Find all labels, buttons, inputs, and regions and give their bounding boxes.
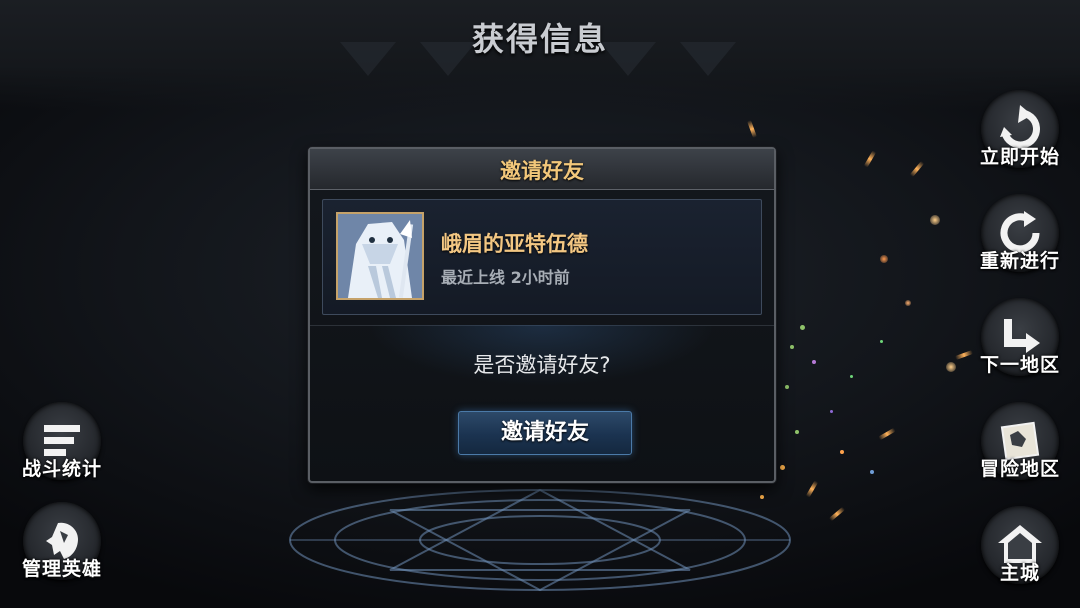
invite-friend-button[interactable]: 邀请好友 <box>458 411 632 455</box>
next-area-label: 下一地区 <box>979 354 1060 376</box>
page-title: 获得信息 <box>471 20 608 58</box>
home-label: 主城 <box>999 562 1040 584</box>
invite-question: 是否邀请好友? <box>473 353 611 377</box>
next-area-button[interactable]: 下一地区 <box>978 298 1062 377</box>
restart-label: 重新进行 <box>979 250 1060 272</box>
battle-stats-label: 战斗统计 <box>21 458 102 480</box>
ice-golem-portrait-icon <box>338 214 422 298</box>
game-screen: 获得信息 立即开始 重新进行 下一地区 冒险地区 主城 战斗统计 管理英雄 邀请… <box>0 0 1080 608</box>
battle-stats-button[interactable]: 战斗统计 <box>20 402 104 481</box>
quick-start-label: 立即开始 <box>979 146 1060 168</box>
restart-button[interactable]: 重新进行 <box>978 194 1062 273</box>
friend-card[interactable]: 峨眉的亚特伍德 最近上线 2小时前 <box>322 199 762 315</box>
invite-friend-dialog: 邀请好友 峨眉的亚特伍德 最近上线 2小时前 是否邀请好友? 邀请好友 <box>308 147 776 483</box>
manage-heroes-label: 管理英雄 <box>21 558 102 580</box>
adventure-map-label: 冒险地区 <box>979 458 1060 480</box>
magic-circle-decoration <box>289 488 791 592</box>
manage-heroes-button[interactable]: 管理英雄 <box>20 502 104 581</box>
home-button[interactable]: 主城 <box>978 506 1062 585</box>
adventure-map-button[interactable]: 冒险地区 <box>978 402 1062 481</box>
dialog-title: 邀请好友 <box>500 159 584 183</box>
friend-name: 峨眉的亚特伍德 <box>441 232 588 256</box>
friend-avatar <box>336 212 424 300</box>
friend-last-online: 最近上线 2小时前 <box>441 268 570 287</box>
quick-start-button[interactable]: 立即开始 <box>978 90 1062 169</box>
